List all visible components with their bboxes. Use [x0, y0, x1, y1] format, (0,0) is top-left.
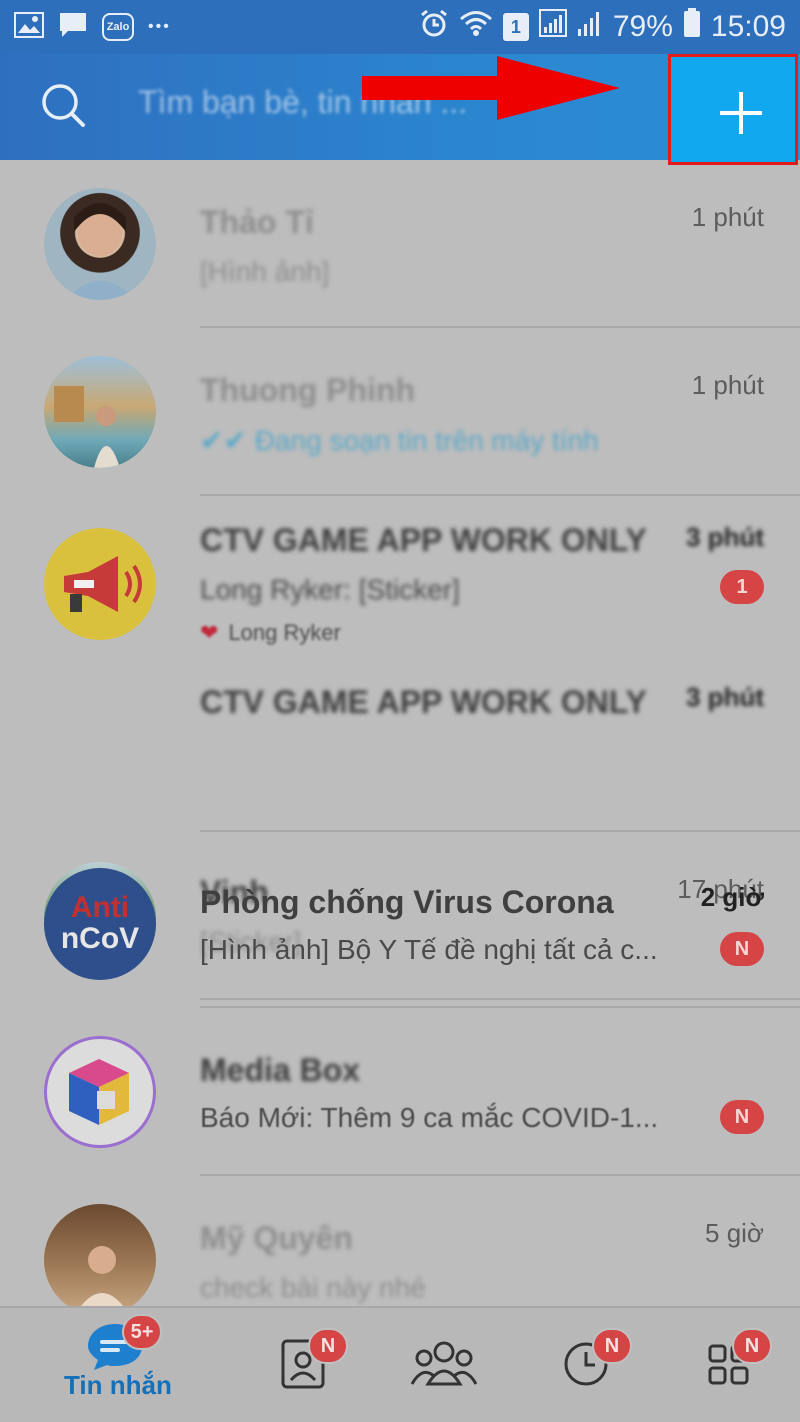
row-divider: [200, 830, 800, 832]
conversation-preview: [Hình ảnh]: [200, 256, 330, 287]
more-badge: N: [732, 1328, 772, 1364]
unread-badge: N: [720, 932, 764, 966]
conversation-row[interactable]: Media Box Báo Mới: Thêm 9 ca mắc COVID-1…: [0, 1008, 800, 1176]
avatar-text-bottom: nCoV: [60, 922, 140, 955]
conversation-row[interactable]: Anti nCoV Phòng chống Virus Corona [Hình…: [0, 840, 800, 1008]
add-button[interactable]: [668, 54, 798, 165]
conversation-time: 3 phút: [686, 522, 764, 552]
conversation-row-detail: CTV GAME APP WORK ONLY 3 phút Long Ryker…: [0, 496, 800, 666]
group-icon: [410, 1341, 478, 1386]
conversation-row[interactable]: Thảo Tỉ [Hình ảnh] 1 phút: [0, 160, 800, 328]
media-box-logo-icon: [69, 1059, 129, 1125]
conversation-time: 5 giờ: [705, 1218, 764, 1248]
avatar: [44, 356, 156, 468]
signal-icon-2: [577, 9, 603, 45]
zalo-app-icon: Zalo: [102, 13, 134, 41]
timeline-badge: N: [592, 1328, 632, 1364]
status-bar: Zalo ••• 1 79% 15:09: [0, 0, 800, 54]
clock-time: 15:09: [710, 10, 786, 43]
avatar: Anti nCoV: [44, 868, 156, 980]
search-icon[interactable]: [40, 82, 86, 128]
red-arrow-annotation-icon: [362, 56, 620, 120]
conversation-row[interactable]: Mỹ Quyên check bài này nhé 5 giờ: [0, 1176, 800, 1306]
battery-percent: 79%: [612, 10, 673, 43]
conversation-name: CTV GAME APP WORK ONLY: [200, 522, 647, 558]
bottom-nav: 5+ Tin nhắn N N N: [0, 1306, 800, 1422]
tab-groups[interactable]: [400, 1308, 500, 1422]
tab-timeline[interactable]: N: [550, 1308, 650, 1422]
avatar-text-top: Anti: [70, 891, 130, 924]
conversation-time: 3 phút: [686, 682, 764, 712]
avatar: [44, 1204, 156, 1306]
tab-more[interactable]: N: [690, 1308, 790, 1422]
battery-icon: [683, 8, 701, 46]
zalo-app-label: Zalo: [106, 21, 130, 33]
header-bar: Tìm bạn bè, tin nhắn ...: [0, 54, 800, 165]
conversation-preview: Long Ryker: [Sticker]: [200, 574, 460, 605]
conversation-preview: [Hình ảnh] Bộ Y Tế đề nghị tất cả c...: [200, 934, 658, 965]
tab-contacts[interactable]: N: [260, 1308, 360, 1422]
conversation-time: 2 giờ: [700, 882, 764, 912]
more-notifications-indicator: •••: [148, 18, 171, 35]
conversation-row[interactable]: Thuong Phinh ✔✔ Đang soạn tin trên máy t…: [0, 328, 800, 496]
unread-badge: 1: [720, 570, 764, 604]
conversation-preview: Báo Mới: Thêm 9 ca mắc COVID-1...: [200, 1102, 659, 1133]
alarm-icon: [419, 8, 449, 46]
conversation-time: 1 phút: [691, 370, 764, 400]
messages-badge: 5+: [122, 1314, 162, 1350]
reaction-line: ❤ Long Ryker: [200, 620, 341, 646]
conversation-name: Thảo Tỉ: [200, 204, 314, 240]
gallery-icon: [14, 11, 44, 43]
sim-indicator: 1: [502, 13, 529, 41]
conversation-preview: check bài này nhé: [200, 1272, 426, 1303]
tab-messages-label: Tin nhắn: [64, 1370, 172, 1400]
reaction-user: Long Ryker: [228, 620, 341, 645]
avatar: [44, 188, 156, 300]
signal-icon-1: [538, 9, 567, 45]
message-notification-icon: [58, 11, 88, 44]
conversation-time: 1 phút: [691, 202, 764, 232]
conversation-preview: ✔✔ Đang soạn tin trên máy tính: [200, 425, 599, 456]
conversation-name: Mỹ Quyên: [200, 1220, 353, 1256]
contacts-badge: N: [308, 1328, 348, 1364]
wifi-icon: [459, 9, 493, 45]
conversation-name: CTV GAME APP WORK ONLY: [200, 684, 647, 720]
plus-icon: [720, 92, 762, 134]
avatar: [44, 1036, 156, 1148]
unread-badge: N: [720, 1100, 764, 1134]
heart-icon: ❤: [200, 620, 219, 645]
conversation-name: Phòng chống Virus Corona: [200, 884, 614, 920]
tab-messages[interactable]: 5+ Tin nhắn: [40, 1308, 200, 1422]
conversation-name: Thuong Phinh: [200, 372, 416, 408]
conversation-name: Media Box: [200, 1052, 361, 1088]
sim-number: 1: [510, 16, 521, 37]
